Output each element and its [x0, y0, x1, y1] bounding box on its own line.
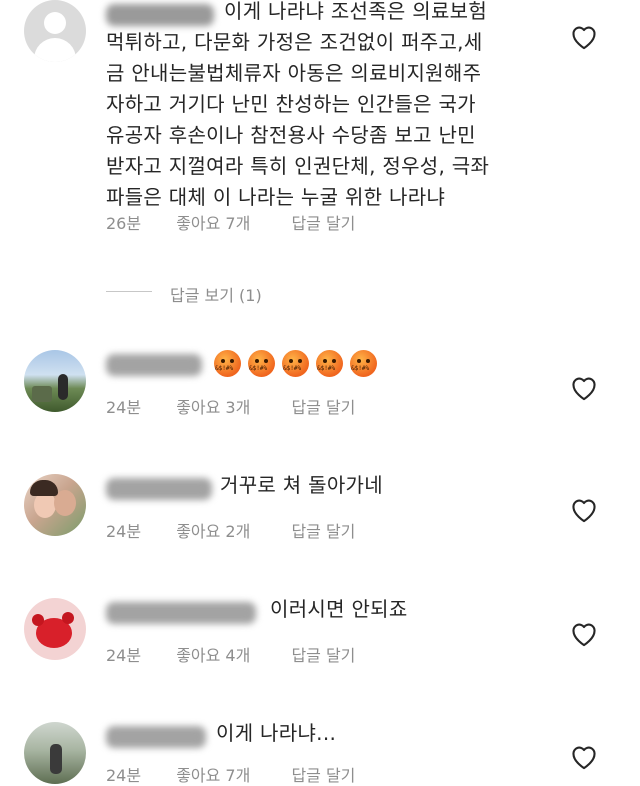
comment-meta: 24분 좋아요 3개 답글 달기	[106, 394, 355, 418]
comment-text: 거꾸로 쳐 돌아가네	[220, 473, 383, 497]
likes-count[interactable]: 좋아요 2개	[176, 518, 250, 542]
view-replies-label: 답글 보기 (1)	[170, 286, 262, 305]
user-avatar[interactable]	[24, 474, 86, 536]
likes-count[interactable]: 좋아요 7개	[176, 762, 250, 786]
username-blurred[interactable]	[106, 354, 202, 376]
comment-text: 이러시면 안되죠	[270, 597, 408, 621]
timestamp: 24분	[106, 522, 142, 541]
default-avatar[interactable]	[24, 0, 86, 62]
comment-meta: 24분 좋아요 7개 답글 달기	[106, 762, 355, 786]
reply-button[interactable]: 답글 달기	[291, 518, 355, 542]
reply-button[interactable]: 답글 달기	[291, 394, 355, 418]
angry-emoji-icon: &$!#%	[350, 350, 377, 377]
likes-count[interactable]: 좋아요 4개	[176, 642, 250, 666]
comment-line: 이게 나라냐 조선족은 의료보험	[224, 0, 488, 23]
angry-emoji-icon: &$!#%	[282, 350, 309, 377]
comment-line: 먹튀하고, 다문화 가정은 조건없이 퍼주고,세	[106, 30, 483, 54]
timestamp: 24분	[106, 646, 142, 665]
comment-meta: 24분 좋아요 2개 답글 달기	[106, 518, 355, 542]
likes-count[interactable]: 좋아요 3개	[176, 394, 250, 418]
comment-line: 유공자 후손이나 참전용사 수당좀 보고 난민	[106, 123, 476, 147]
angry-emoji-icon: &$!#%	[316, 350, 343, 377]
comment-meta: 24분 좋아요 4개 답글 달기	[106, 642, 355, 666]
reply-button[interactable]: 답글 달기	[291, 762, 355, 786]
timestamp: 24분	[106, 398, 142, 417]
comment-line: 받자고 지껄여라 특히 인권단체, 정우성, 극좌	[106, 154, 490, 178]
emoji-row: &$!#% &$!#% &$!#% &$!#% &$!#%	[214, 350, 384, 377]
comment-text: 이게 나라냐 조선족은 의료보험	[224, 0, 544, 27]
likes-count[interactable]: 좋아요 7개	[176, 210, 250, 234]
username-blurred[interactable]	[106, 478, 212, 500]
comment-line: 파들은 대체 이 나라는 누굴 위한 나라냐	[106, 185, 446, 209]
heart-icon[interactable]	[570, 24, 598, 50]
timestamp: 24분	[106, 766, 142, 785]
reply-button[interactable]: 답글 달기	[291, 210, 355, 234]
user-avatar[interactable]	[24, 598, 86, 660]
username-blurred[interactable]	[106, 602, 256, 624]
user-avatar[interactable]	[24, 350, 86, 412]
comment-line: 금 안내는불법체류자 아동은 의료비지원해주	[106, 61, 482, 85]
comment-line: 자하고 거기다 난민 찬성하는 인간들은 국가	[106, 92, 476, 116]
heart-icon[interactable]	[570, 375, 598, 401]
heart-icon[interactable]	[570, 744, 598, 770]
comment-meta: 26분 좋아요 7개 답글 달기	[106, 210, 355, 234]
divider-line	[106, 291, 152, 292]
heart-icon[interactable]	[570, 621, 598, 647]
timestamp: 26분	[106, 214, 142, 233]
username-blurred[interactable]	[106, 726, 206, 748]
comment-text: 먹튀하고, 다문화 가정은 조건없이 퍼주고,세 금 안내는불법체류자 아동은 …	[106, 27, 556, 213]
reply-button[interactable]: 답글 달기	[291, 642, 355, 666]
comment-text: 이게 나라냐...	[216, 721, 337, 745]
user-avatar[interactable]	[24, 722, 86, 784]
username-blurred[interactable]	[106, 4, 214, 26]
angry-emoji-icon: &$!#%	[214, 350, 241, 377]
angry-emoji-icon: &$!#%	[248, 350, 275, 377]
heart-icon[interactable]	[570, 497, 598, 523]
